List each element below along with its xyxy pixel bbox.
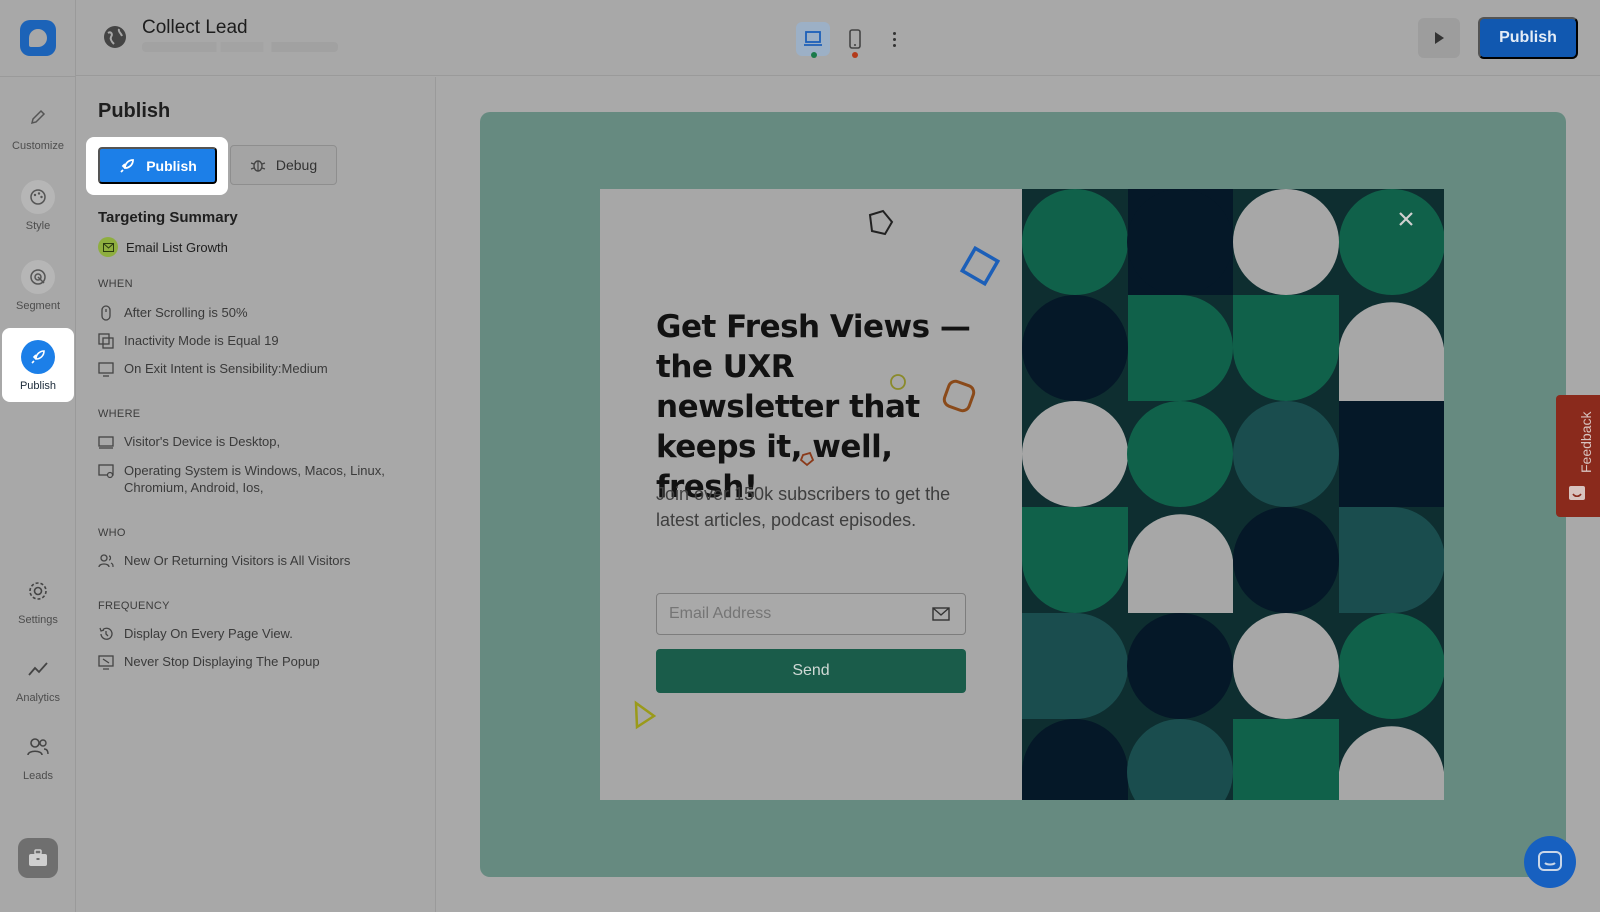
rail-item-label: Segment [15,300,61,312]
rail-item-leads[interactable]: Leads [0,730,76,782]
left-rail: Customize Style Segment Publish Settings… [0,0,76,912]
rail-item-label: Analytics [15,692,61,704]
history-icon [99,627,113,640]
top-bar: Collect Lead Publish [76,0,1600,76]
goal-label: Email List Growth [126,239,228,255]
mobile-preview-button[interactable] [838,22,872,56]
rule-row: Inactivity Mode is Equal 19 [98,332,418,349]
rocket-icon [120,158,135,173]
rule-row: Display On Every Page View. [98,625,418,642]
feedback-label: Feedback [1578,411,1594,473]
rail-item-label: Settings [18,614,58,626]
rail-item-label: Leads [23,770,53,782]
feedback-tab[interactable]: Feedback [1556,395,1600,517]
rail-divider [0,76,76,77]
monitor-icon [98,362,114,377]
debug-label: Debug [275,157,318,173]
palette-icon [21,180,55,214]
rule-row: Never Stop Displaying The Popup [98,653,418,670]
page-title: Collect Lead [142,17,248,38]
rule-text: Inactivity Mode is Equal 19 [124,333,279,348]
section-where-label: WHERE [98,408,141,420]
os-icon [98,464,114,479]
debug-button[interactable]: Debug [230,145,337,185]
publish-highlight: Publish [86,137,228,195]
rule-row: Visitor's Device is Desktop, [98,433,418,450]
globe-icon[interactable] [102,24,128,50]
more-options-icon[interactable] [882,24,906,54]
bug-icon [250,160,266,172]
users-icon [98,554,114,568]
rail-item-settings[interactable]: Settings [0,574,76,626]
rule-text: Visitor's Device is Desktop, [124,434,281,449]
rule-text: Operating System is Windows, Macos, Linu… [124,463,385,495]
laptop-icon [98,436,114,449]
mouse-icon [101,305,111,321]
users-icon [21,730,55,764]
phone-icon [849,29,861,49]
chat-launcher[interactable] [1524,836,1576,888]
geometric-pattern-image [1022,189,1444,800]
send-button[interactable]: Send [656,649,966,693]
rule-text: After Scrolling is 50% [124,305,248,320]
rail-item-label: Customize [12,140,64,152]
rule-row: Operating System is Windows, Macos, Linu… [98,462,418,496]
section-frequency-label: FREQUENCY [98,600,170,612]
preview-play-button[interactable] [1418,18,1460,58]
rule-text: On Exit Intent is Sensibility:Medium [124,361,328,376]
screen-icon [98,655,114,670]
rule-text: New Or Returning Visitors is All Visitor… [124,553,351,568]
rail-item-label: Publish [19,380,57,392]
desktop-preview-button[interactable] [796,22,830,56]
rail-item-publish[interactable]: Publish [2,328,74,402]
laptop-icon [804,31,822,46]
rail-item-label: Style [25,220,51,232]
section-who-label: WHO [98,527,126,539]
panel-title: Publish [98,100,171,122]
chat-icon [1538,851,1562,871]
app-logo[interactable] [20,20,56,56]
desktop-status-dot [811,52,817,58]
popup-content: Get Fresh Views — the UXR newsletter tha… [600,189,1022,800]
goal-item: Email List Growth [98,237,228,257]
popup-preview: Get Fresh Views — the UXR newsletter tha… [600,189,1444,800]
target-icon [21,260,55,294]
email-input[interactable] [656,593,966,635]
smile-icon [1569,486,1585,500]
rail-item-customize[interactable]: Customize [0,100,76,152]
panel-publish-button[interactable]: Publish [98,147,217,184]
play-icon [1435,32,1444,44]
rail-item-segment[interactable]: Segment [0,260,76,312]
chart-line-icon [21,652,55,686]
rail-item-analytics[interactable]: Analytics [0,652,76,704]
section-when-label: WHEN [98,278,133,290]
envelope-icon [932,607,950,621]
publish-panel: Publish Publish Debug Targeting Summary … [76,77,436,912]
mail-icon [98,237,118,257]
briefcase-icon[interactable] [18,838,58,878]
targeting-summary-title: Targeting Summary [98,209,238,226]
rule-text: Display On Every Page View. [124,626,293,641]
publish-button[interactable]: Publish [1478,17,1578,59]
close-icon[interactable] [1396,209,1416,229]
rocket-icon [21,340,55,374]
pencil-icon [21,100,55,134]
blurred-url [142,42,338,52]
rule-row: After Scrolling is 50% [98,304,418,321]
rule-row: New Or Returning Visitors is All Visitor… [98,552,418,569]
gear-icon [21,574,55,608]
mobile-status-dot [852,52,858,58]
rule-row: On Exit Intent is Sensibility:Medium [98,360,418,377]
popup-subtext: Join over 150k subscribers to get the la… [656,484,951,530]
rail-item-style[interactable]: Style [0,180,76,232]
copy-icon [98,333,114,349]
panel-publish-label: Publish [146,157,197,174]
rule-text: Never Stop Displaying The Popup [124,654,320,669]
popup-headline: Get Fresh Views — the UXR newsletter tha… [656,309,971,505]
